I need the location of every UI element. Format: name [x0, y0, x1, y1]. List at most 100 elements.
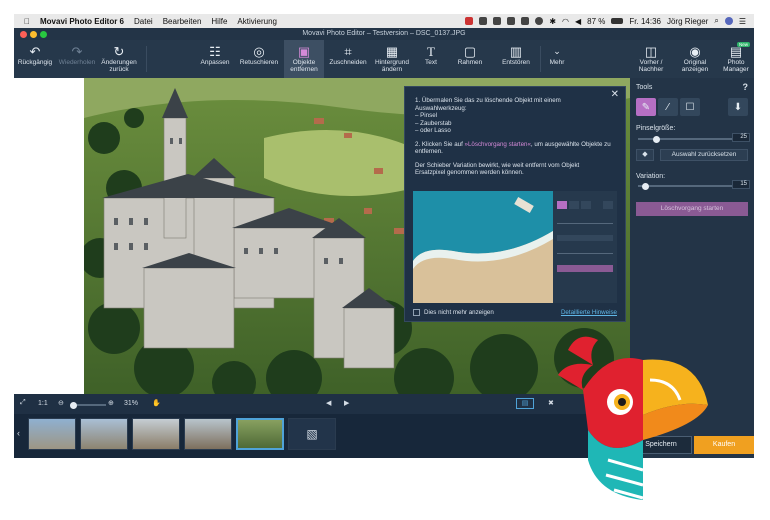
remove-objects-icon: ▣	[297, 43, 311, 59]
undo-button[interactable]: ↶ Rückgängig	[14, 40, 56, 78]
volume-icon[interactable]: ◀	[575, 17, 581, 26]
status-icon[interactable]	[465, 17, 474, 25]
next-icon[interactable]: ▶	[344, 399, 349, 407]
menu-list-icon[interactable]: ☰	[739, 17, 746, 26]
apple-icon[interactable]: 	[24, 17, 30, 26]
help-tooltip: ✕ 1. Übermalen Sie das zu löschende Obje…	[404, 86, 626, 322]
more-button[interactable]: ⌄ Mehr	[542, 40, 572, 78]
zoom-bar: ⤢ 1:1 ⊖ ⊕ 31% ✋ ◀ ▶ ▤ ✖	[14, 394, 630, 414]
status-icon[interactable]	[479, 17, 488, 25]
thumbnail[interactable]	[80, 418, 128, 450]
photo-manager-button[interactable]: ▤ Photo Manager New	[718, 40, 754, 78]
tip-example-image	[413, 191, 553, 303]
before-after-button[interactable]: ◫ Vorher / Nachher	[632, 40, 670, 78]
close-icon[interactable]: ✕	[611, 90, 619, 99]
thumbnail-selected[interactable]	[236, 418, 284, 450]
text-button[interactable]: T Text	[414, 40, 448, 78]
ratio-button[interactable]: 1:1	[38, 400, 48, 407]
dont-show-label: Dies nicht mehr anzeigen	[424, 309, 494, 316]
tip-option-brush: – Pinsel	[415, 112, 438, 119]
filmstrip-prev-icon[interactable]: ‹	[17, 428, 20, 438]
prev-icon[interactable]: ◀	[326, 399, 331, 407]
zoom-out-icon[interactable]: ⊖	[58, 399, 64, 407]
photo-manager-label: Photo Manager	[723, 59, 749, 73]
frames-button[interactable]: ▢ Rahmen	[452, 40, 488, 78]
reset-selection-button[interactable]: Auswahl zurücksetzen	[660, 149, 748, 161]
status-icon[interactable]	[507, 17, 516, 25]
user-name[interactable]: Jörg Rieger	[667, 17, 708, 26]
menu-bearbeiten[interactable]: Bearbeiten	[163, 17, 202, 26]
zoom-knob[interactable]	[70, 401, 78, 409]
magic-wand-button[interactable]: ⁄	[658, 98, 678, 116]
siri-icon[interactable]	[724, 17, 733, 25]
search-icon[interactable]: ⌕	[714, 16, 718, 26]
tip-example-panel	[553, 191, 617, 303]
window-title: Movavi Photo Editor – Testversion – DSC_…	[302, 30, 466, 37]
frames-label: Rahmen	[457, 59, 483, 66]
tools-label: Tools	[636, 84, 653, 91]
change-background-button[interactable]: ▦ Hintergrund ändern	[372, 40, 412, 78]
wifi-icon[interactable]: ◠	[562, 17, 569, 26]
variation-label: Variation:	[636, 173, 666, 180]
crop-icon: ⌗	[344, 43, 352, 59]
fit-icon[interactable]: ⤢	[20, 399, 26, 407]
retouch-button[interactable]: ◎ Retuschieren	[236, 40, 282, 78]
dont-show-checkbox[interactable]	[413, 309, 420, 316]
battery-icon[interactable]	[611, 18, 624, 24]
menu-datei[interactable]: Datei	[134, 17, 153, 26]
zoom-window-button[interactable]	[40, 31, 47, 38]
remove-objects-button[interactable]: ▣ Objekte entfernen	[284, 40, 324, 78]
before-after-icon: ◫	[644, 43, 658, 59]
thumbnail[interactable]	[28, 418, 76, 450]
menu-hilfe[interactable]: Hilfe	[211, 17, 227, 26]
movavi-parrot-logo	[558, 336, 708, 500]
brush-tool-button[interactable]: ✎	[636, 98, 656, 116]
brush-size-slider[interactable]	[638, 135, 732, 143]
thumbnail[interactable]	[132, 418, 180, 450]
help-icon[interactable]: ?	[743, 82, 749, 92]
status-icon[interactable]	[521, 17, 530, 25]
hand-icon[interactable]: ✋	[152, 399, 161, 407]
variation-knob[interactable]	[642, 182, 650, 190]
minimize-window-button[interactable]	[30, 31, 37, 38]
window-titlebar: Movavi Photo Editor – Testversion – DSC_…	[14, 28, 754, 40]
start-erase-button[interactable]: Löschvorgang starten	[636, 202, 748, 216]
thumbnail[interactable]	[184, 418, 232, 450]
tip-option-lasso: – oder Lasso	[415, 127, 451, 134]
lasso-button[interactable]: ☐	[680, 98, 700, 116]
revert-button[interactable]: ↻ Änderungen zurück	[98, 40, 140, 78]
stamp-button[interactable]: ⬇	[728, 98, 748, 116]
brush-size-value[interactable]: 25	[732, 133, 750, 142]
variation-slider[interactable]	[638, 182, 732, 190]
show-original-button[interactable]: ◉ Original anzeigen	[674, 40, 716, 78]
tip-step2-link: »Löschvorgang starten«	[464, 140, 531, 148]
zoom-slider[interactable]	[70, 401, 106, 409]
eraser-button[interactable]: ◆	[636, 149, 654, 161]
adjust-button[interactable]: ☷ Anpassen	[196, 40, 234, 78]
before-after-label: Vorher / Nachher	[638, 59, 664, 73]
brush-size-knob[interactable]	[653, 135, 661, 143]
brush-size-label: Pinselgröße:	[636, 125, 676, 132]
variation-value[interactable]: 15	[732, 180, 750, 189]
add-photo-button[interactable]: ▧	[288, 418, 336, 450]
clock-icon[interactable]	[535, 17, 544, 25]
zoom-in-icon[interactable]: ⊕	[108, 399, 114, 407]
clock[interactable]: Fr. 14:36	[629, 17, 661, 26]
retouch-icon: ◎	[253, 43, 265, 59]
battery-percent[interactable]: 87 %	[587, 17, 605, 26]
details-link[interactable]: Detaillierte Hinweise	[561, 309, 617, 317]
app-menu[interactable]: Movavi Photo Editor 6	[40, 17, 124, 26]
undo-icon: ↶	[29, 43, 41, 59]
crop-button[interactable]: ⌗ Zuschneiden	[326, 40, 370, 78]
menu-aktivierung[interactable]: Aktivierung	[237, 17, 277, 26]
redo-button[interactable]: ↷ Wiederholen	[56, 40, 98, 78]
new-badge: New	[736, 42, 750, 47]
status-icon[interactable]	[493, 17, 502, 25]
filmstrip-toggle-icon[interactable]: ▤	[516, 398, 534, 409]
chevron-down-icon: ⌄	[553, 45, 561, 56]
magic-wand-icon: ⁄	[667, 101, 669, 113]
bluetooth-icon[interactable]: ✱	[549, 17, 556, 26]
denoise-label: Entstören	[502, 59, 530, 66]
denoise-button[interactable]: ▥ Entstören	[496, 40, 536, 78]
close-window-button[interactable]	[20, 31, 27, 38]
